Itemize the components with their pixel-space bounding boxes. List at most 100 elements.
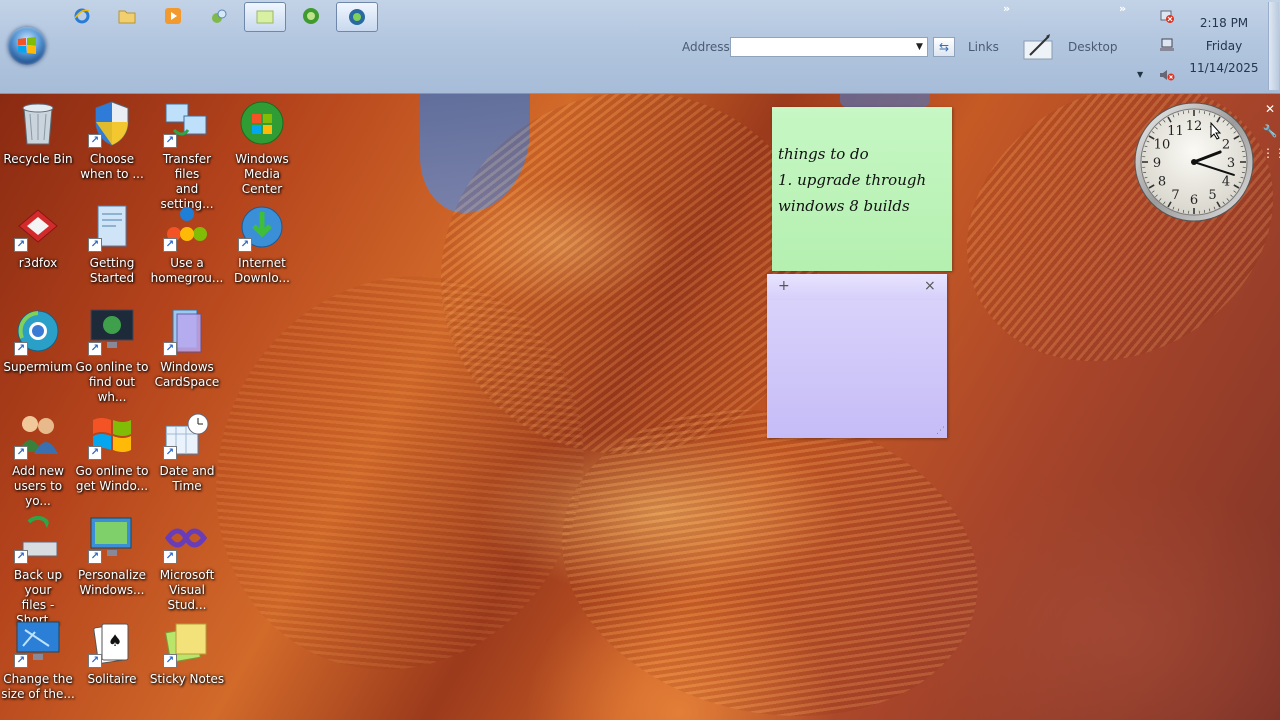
desktop-icon-label: Go online to find out wh... (75, 360, 149, 404)
tray-day[interactable]: Friday (1184, 39, 1264, 53)
homegroup-icon: ↗ (163, 204, 211, 252)
desktop-icon-label: Add new users to yo... (12, 464, 64, 508)
desktop-toolbar-icon[interactable] (1022, 33, 1054, 61)
transfer-icon: ↗ (163, 100, 211, 148)
volume-muted-icon[interactable] (1159, 67, 1175, 83)
supermium-task-icon[interactable] (336, 2, 378, 32)
desktop-icon-windows-media-center[interactable]: Windows Media Center (224, 100, 300, 197)
desktop-icon-go-online-find[interactable]: ↗ Go online to find out wh... (74, 308, 150, 405)
resize-grip-icon[interactable]: ⋰ (936, 426, 945, 436)
desktop-icon-label: Microsoft Visual Stud... (159, 568, 215, 612)
desktop-icon-transfer-files[interactable]: ↗ Transfer files and setting... (149, 100, 225, 212)
gadget-toolbar: ✕ 🔧 ⋮⋮ (1262, 101, 1280, 167)
switch-windows-icon[interactable] (199, 2, 239, 30)
desktop-icon-windows-cardspace[interactable]: ↗ Windows CardSpace (149, 308, 225, 390)
desktop-icon-label: Back up your files - Short... (13, 568, 63, 627)
shortcut-arrow-icon: ↗ (14, 238, 28, 252)
toolbar-overflow-chevron[interactable]: » (1003, 2, 1010, 15)
shortcut-arrow-icon: ↗ (14, 550, 28, 564)
address-label: Address (682, 40, 730, 54)
desktop-icon-r3dfox[interactable]: ↗ r3dfox (0, 204, 76, 271)
sticky-notes-task-icon[interactable] (244, 2, 286, 32)
desktop-icon-label: Recycle Bin (3, 152, 73, 166)
winflag-icon: ↗ (88, 412, 136, 460)
personalize-icon: ↗ (88, 516, 136, 564)
sticky-note-titlebar[interactable] (767, 274, 947, 300)
datetime-icon: ↗ (163, 412, 211, 460)
desktop-icon-label: r3dfox (18, 256, 58, 270)
desktop-icon-backup-files[interactable]: ↗ Back up your files - Short... (0, 515, 76, 628)
desktop-icon-add-users[interactable]: ↗ Add new users to yo... (0, 412, 76, 509)
shortcut-arrow-icon: ↗ (88, 550, 102, 564)
add-note-button[interactable]: + (778, 279, 790, 293)
shield-icon: ↗ (88, 100, 136, 148)
clock-numeral: 3 (1227, 156, 1235, 171)
shortcut-arrow-icon: ↗ (163, 342, 177, 356)
shortcut-arrow-icon: ↗ (14, 342, 28, 356)
tray-time[interactable]: 2:18 PM (1184, 16, 1264, 30)
links-toolbar[interactable]: Links (968, 40, 999, 54)
address-input[interactable] (730, 37, 928, 57)
windows-logo-icon (18, 37, 36, 54)
desktop-icon-label: Getting Started (89, 256, 135, 285)
desktop-icon-visual-studio[interactable]: ↗ Microsoft Visual Stud... (149, 516, 225, 613)
idm-icon: ↗ (238, 204, 286, 252)
monitor-icon: ↗ (14, 620, 62, 668)
shortcut-arrow-icon: ↗ (163, 654, 177, 668)
internet-explorer-icon[interactable] (62, 2, 102, 30)
clock-numeral: 9 (1153, 156, 1161, 171)
desktop-icon-date-time[interactable]: ↗ Date and Time (149, 412, 225, 494)
desktop-icon-label: Choose when to ... (80, 152, 144, 181)
drag-handle-icon[interactable]: ⋮⋮ (1262, 145, 1280, 161)
clock-numeral: 10 (1154, 138, 1171, 153)
supermium-icon: ↗ (14, 308, 62, 356)
wrench-icon[interactable]: 🔧 (1262, 123, 1278, 139)
desktop-icon-label: Personalize Windows... (77, 568, 147, 597)
desktop-icon-change-size[interactable]: ↗ Change the size of the... (0, 620, 76, 702)
desktop-icon-go-online-get[interactable]: ↗ Go online to get Windo... (74, 412, 150, 494)
desktop-icon-recycle-bin[interactable]: Recycle Bin (0, 100, 76, 167)
desktop-icon-solitaire[interactable]: ♠ ↗ Solitaire (74, 620, 150, 687)
desktop-icon-label: Use a homegrou... (150, 256, 224, 285)
clock-gadget[interactable]: 121234567891011 (1133, 101, 1255, 223)
desktop-icon-label: Date and Time (159, 464, 215, 493)
desktop-icon-internet-download[interactable]: ↗ Internet Downlo... (224, 204, 300, 286)
action-center-icon[interactable] (1159, 8, 1175, 24)
clock-numeral: 5 (1208, 188, 1216, 203)
toolbar-overflow-chevron-2[interactable]: » (1119, 2, 1126, 15)
clock-face: 121234567891011 (1134, 102, 1254, 222)
monitor-win-icon: ↗ (88, 308, 136, 356)
desktop-icon-getting-started[interactable]: ↗ Getting Started (74, 204, 150, 286)
close-icon[interactable]: ✕ (1262, 101, 1278, 117)
address-go-button[interactable]: ⇆ (933, 37, 955, 57)
shortcut-arrow-icon: ↗ (163, 446, 177, 460)
show-hidden-icons-button[interactable]: ▼ (1137, 70, 1143, 79)
delete-note-button[interactable]: × (924, 279, 936, 293)
address-dropdown-icon[interactable]: ▼ (916, 42, 923, 52)
folder-icon[interactable] (107, 2, 147, 30)
desktop-icon-personalize[interactable]: ↗ Personalize Windows... (74, 516, 150, 598)
svg-text:♠: ♠ (108, 631, 122, 650)
desktop-icon-supermium[interactable]: ↗ Supermium (0, 308, 76, 375)
sticky-note-purple[interactable]: + × ⋰ (767, 274, 947, 438)
vs-icon: ↗ (163, 516, 211, 564)
desktop-icon-label: Internet Downlo... (234, 256, 290, 285)
desktop-icon-sticky-notes[interactable]: ↗ Sticky Notes (149, 620, 225, 687)
network-icon[interactable] (1159, 37, 1175, 53)
doc-icon: ↗ (88, 204, 136, 252)
sticky-note-green[interactable]: things to do 1. upgrade through windows … (772, 107, 952, 271)
taskbar-scrollbar[interactable] (1268, 2, 1279, 90)
media-player-icon[interactable] (153, 2, 193, 30)
desktop-toolbar[interactable]: Desktop (1068, 40, 1118, 54)
media-center-task-icon[interactable] (291, 2, 331, 30)
desktop-icon-label: Sticky Notes (149, 672, 225, 686)
sticky-note-text[interactable]: things to do 1. upgrade through windows … (778, 141, 948, 219)
desktop-icon-choose-when[interactable]: ↗ Choose when to ... (74, 100, 150, 182)
desktop-icon-use-homegroup[interactable]: ↗ Use a homegrou... (149, 204, 225, 286)
start-button[interactable] (8, 27, 46, 65)
shortcut-arrow-icon: ↗ (14, 446, 28, 460)
r3dfox-icon: ↗ (14, 204, 62, 252)
shortcut-arrow-icon: ↗ (88, 446, 102, 460)
tray-date[interactable]: 11/14/2025 (1184, 61, 1264, 75)
shortcut-arrow-icon: ↗ (88, 238, 102, 252)
